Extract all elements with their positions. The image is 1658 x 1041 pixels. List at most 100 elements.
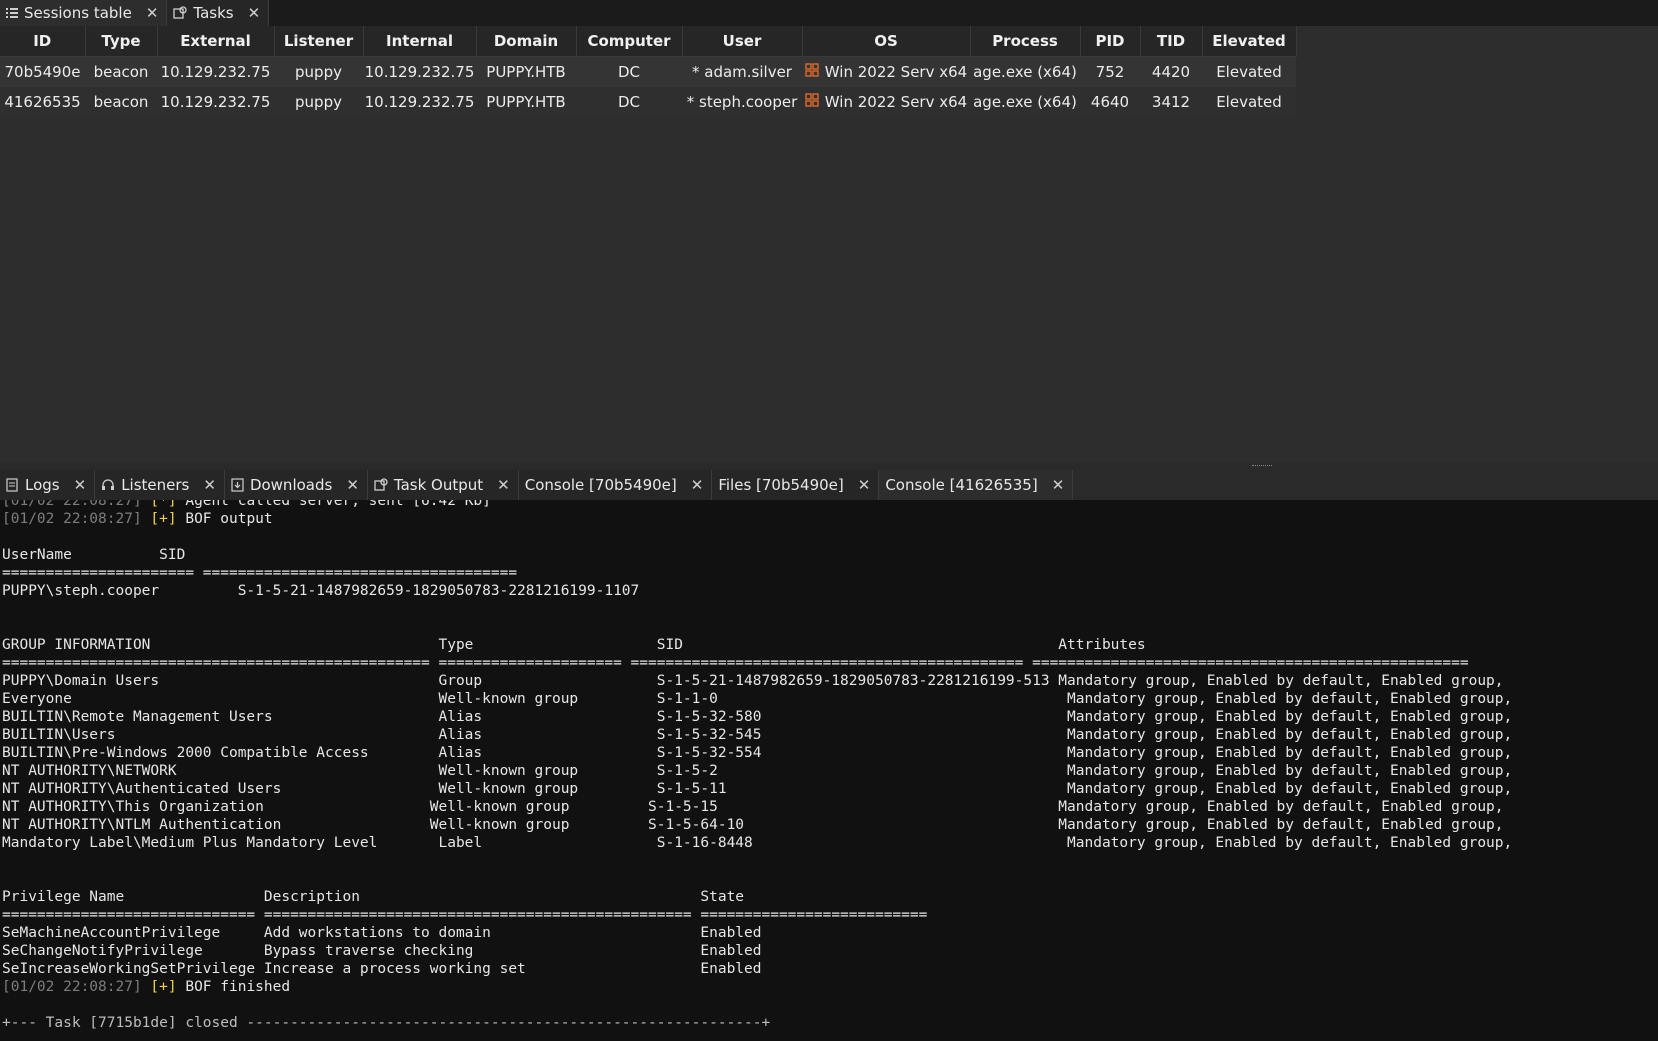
windows-icon xyxy=(805,93,819,111)
panel-splitter[interactable] xyxy=(0,462,1658,470)
console-line: SeChangeNotifyPrivilege Bypass traverse … xyxy=(2,942,1512,960)
tab-logs[interactable]: Logs ✕ xyxy=(0,470,96,500)
console-line-text: Mandatory Label\Medium Plus Mandatory Le… xyxy=(2,835,1513,851)
close-icon[interactable]: ✕ xyxy=(691,476,704,494)
console-line-text: PUPPY\steph.cooper S-1-5-21-1487982659-1… xyxy=(2,583,640,599)
console-line-text: +--- Task [7715b1de] closed ------------… xyxy=(2,1015,771,1031)
close-icon[interactable]: ✕ xyxy=(858,476,871,494)
console-line: SeIncreaseWorkingSetPrivilege Increase a… xyxy=(2,960,1512,978)
console-line: [01/02 22:08:27] [+] BOF output xyxy=(2,510,1512,528)
tab-label: Task Output xyxy=(393,476,484,494)
tasks-icon xyxy=(374,478,388,492)
column-header-external[interactable]: External xyxy=(157,26,275,57)
close-icon[interactable]: ✕ xyxy=(74,476,87,494)
tab-files-70b5490e[interactable]: Files [70b5490e] ✕ xyxy=(712,470,880,500)
tasks-icon xyxy=(173,6,188,20)
cell-listener: puppy xyxy=(274,87,363,117)
tab-task-output[interactable]: Task Output ✕ xyxy=(367,470,519,500)
console-line-text: ========================================… xyxy=(2,655,1469,671)
tab-console-70b5490e[interactable]: Console [70b5490e] ✕ xyxy=(518,470,713,500)
column-header-domain[interactable]: Domain xyxy=(476,26,577,57)
console-line: ========================================… xyxy=(2,654,1512,672)
cell-computer: DC xyxy=(576,56,682,87)
os-label: Win 2022 Serv x64 xyxy=(824,93,968,111)
tab-sessions-table[interactable]: Sessions table ✕ xyxy=(0,0,168,26)
column-header-type[interactable]: Type xyxy=(85,26,158,57)
tab-label: Files [70b5490e] xyxy=(718,476,844,494)
tab-label: Downloads xyxy=(249,476,333,494)
console-line: +--- Task [7715b1de] closed ------------… xyxy=(2,1014,1512,1032)
column-header-elevated[interactable]: Elevated xyxy=(1202,26,1297,57)
console-line: Privilege Name Description State xyxy=(2,888,1512,906)
column-header-user[interactable]: User xyxy=(682,26,803,57)
cell-user: * adam.silver xyxy=(682,56,802,87)
console-line-text: BOF finished xyxy=(176,979,291,995)
console-line-text: Everyone Well-known group S-1-1-0 Mandat… xyxy=(2,691,1513,707)
console-line-text: PUPPY\Domain Users Group S-1-5-21-148798… xyxy=(2,673,1504,689)
console-line-text: BUILTIN\Pre-Windows 2000 Compatible Acce… xyxy=(2,745,1513,761)
console-line: BUILTIN\Pre-Windows 2000 Compatible Acce… xyxy=(2,744,1512,762)
console-line: [01/02 22:08:27] [*] Agent called server… xyxy=(2,500,1512,510)
tab-tasks[interactable]: Tasks ✕ xyxy=(167,0,270,26)
cell-tid: 3412 xyxy=(1140,87,1202,117)
cell-pid: 4640 xyxy=(1080,87,1140,117)
cell-user: * steph.cooper xyxy=(682,87,802,117)
tab-downloads[interactable]: Downloads ✕ xyxy=(224,470,368,500)
column-header-os[interactable]: OS xyxy=(802,26,971,57)
cell-tid: 4420 xyxy=(1140,56,1202,87)
sessions-table-panel: ID Type External Listener Internal Domai… xyxy=(0,26,1658,462)
close-icon[interactable]: ✕ xyxy=(346,476,359,494)
tab-label: Console [41626535] xyxy=(885,476,1038,494)
column-header-internal[interactable]: Internal xyxy=(363,26,477,57)
tab-label: Console [70b5490e] xyxy=(524,476,677,494)
cell-domain: PUPPY.HTB xyxy=(476,87,576,117)
column-header-id[interactable]: ID xyxy=(0,26,86,57)
download-icon xyxy=(231,478,244,492)
console-line-text: BOF output xyxy=(176,511,273,527)
console-line: ====================== =================… xyxy=(2,564,1512,582)
console-line-text: ====================== =================… xyxy=(2,565,518,581)
tab-label: Sessions table xyxy=(24,4,132,22)
console-line-text: BUILTIN\Users Alias S-1-5-32-545 Mandato… xyxy=(2,727,1513,743)
splitter-grip-icon[interactable] xyxy=(1252,465,1272,468)
cell-id: 41626535 xyxy=(0,87,85,117)
windows-icon xyxy=(805,63,819,81)
console-line: NT AUTHORITY\NETWORK Well-known group S-… xyxy=(2,762,1512,780)
tab-console-41626535[interactable]: Console [41626535] ✕ xyxy=(879,470,1074,500)
log-icon xyxy=(6,478,19,492)
console-line-text: NT AUTHORITY\This Organization Well-know… xyxy=(2,799,1504,815)
column-header-tid[interactable]: TID xyxy=(1140,26,1203,57)
close-icon[interactable]: ✕ xyxy=(146,4,159,22)
cell-listener: puppy xyxy=(274,56,363,87)
console-line: PUPPY\Domain Users Group S-1-5-21-148798… xyxy=(2,672,1512,690)
console-line-text: NT AUTHORITY\Authenticated Users Well-kn… xyxy=(2,781,1513,797)
console-timestamp: [01/02 22:08:27] xyxy=(2,511,151,527)
os-label: Win 2022 Serv x64 xyxy=(824,63,968,81)
tab-bar-spacer xyxy=(269,0,1658,26)
close-icon[interactable]: ✕ xyxy=(203,476,216,494)
cell-os: Win 2022 Serv x64 xyxy=(802,56,970,87)
table-row[interactable]: 70b5490e beacon 10.129.232.75 puppy 10.1… xyxy=(0,56,1296,87)
column-header-pid[interactable]: PID xyxy=(1080,26,1141,57)
cell-id: 70b5490e xyxy=(0,56,85,87)
table-row[interactable]: 41626535 beacon 10.129.232.75 puppy 10.1… xyxy=(0,87,1296,117)
console-line-text: NT AUTHORITY\NTLM Authentication Well-kn… xyxy=(2,817,1504,833)
cell-type: beacon xyxy=(85,56,157,87)
column-header-listener[interactable]: Listener xyxy=(274,26,364,57)
cell-computer: DC xyxy=(576,87,682,117)
close-icon[interactable]: ✕ xyxy=(248,4,261,22)
console-line: Mandatory Label\Medium Plus Mandatory Le… xyxy=(2,834,1512,852)
console-line-text: ============================= ==========… xyxy=(2,907,928,923)
close-icon[interactable]: ✕ xyxy=(497,476,510,494)
close-icon[interactable]: ✕ xyxy=(1052,476,1065,494)
column-header-computer[interactable]: Computer xyxy=(576,26,683,57)
column-header-process[interactable]: Process xyxy=(970,26,1081,57)
tab-listeners[interactable]: Listeners ✕ xyxy=(95,470,225,500)
console-output[interactable]: [01/02 22:08:27] [*] Agent called server… xyxy=(0,500,1658,1041)
cell-internal: 10.129.232.75 xyxy=(363,87,476,117)
